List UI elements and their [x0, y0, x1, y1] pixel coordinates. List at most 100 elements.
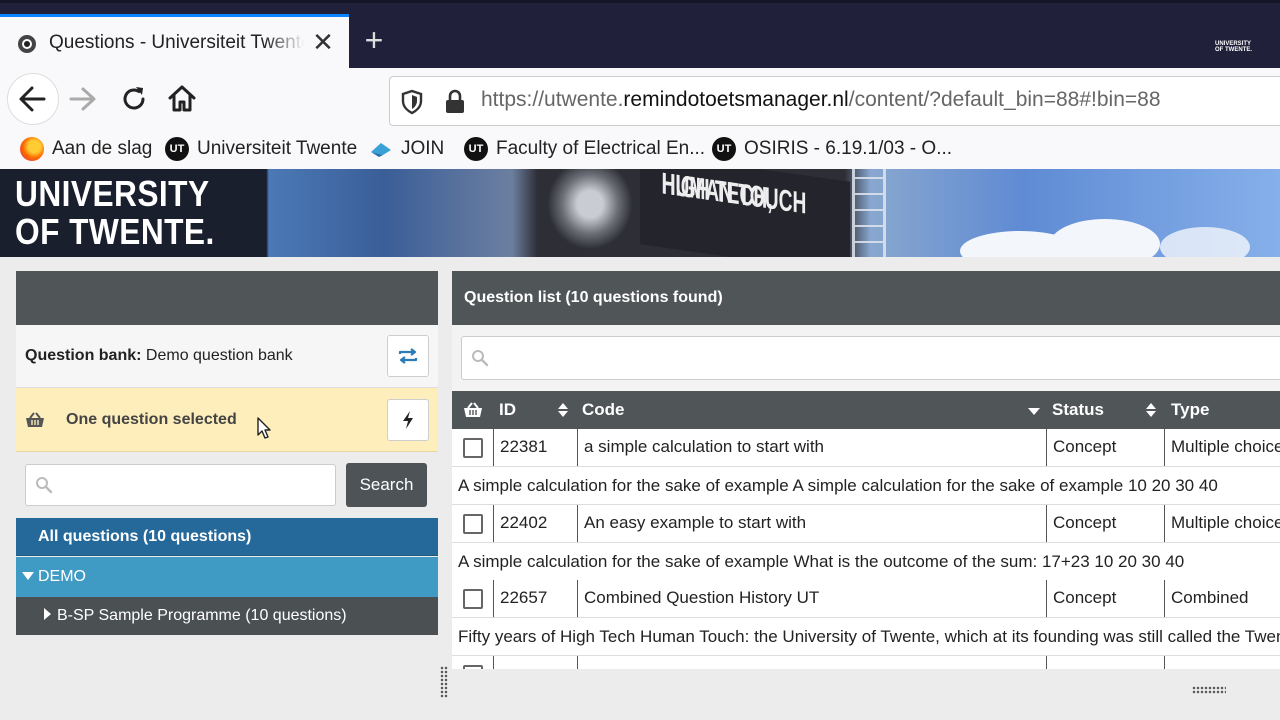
bookmark-label: Aan de slag: [52, 138, 153, 159]
question-bank-bar: Question bank: Demo question bank: [16, 325, 438, 388]
banner-scaffold-image: [852, 169, 886, 257]
banner-billboard: HIGH TECH, HUMAN TOUCH: [640, 169, 850, 257]
row-checkbox[interactable]: [463, 514, 483, 534]
sort-icon[interactable]: [558, 403, 568, 417]
tab-favicon-icon: [18, 35, 36, 53]
question-bank-label: Question bank:: [25, 347, 142, 364]
browser-tab-questions[interactable]: Questions - Universiteit Twente ✕: [0, 14, 349, 68]
new-tab-icon[interactable]: +: [360, 22, 388, 58]
corner-ut-logo: UNIVERSITY OF TWENTE.: [1215, 41, 1252, 53]
horizontal-resize-handle[interactable]: [1192, 686, 1226, 694]
cell-type: [1164, 656, 1280, 669]
bookmark-label: JOIN: [401, 138, 445, 159]
corner-logo-line2: OF TWENTE.: [1215, 47, 1252, 53]
caret-right-icon: [44, 608, 51, 620]
question-bank-value: Demo question bank: [145, 347, 293, 364]
row-select-cell: [452, 429, 493, 466]
ut-icon: UT: [464, 137, 488, 161]
bookmark-join[interactable]: JOIN: [369, 135, 444, 163]
question-filter-input[interactable]: [461, 336, 1280, 380]
bookmark-osiris[interactable]: UT OSIRIS - 6.19.1/03 - O...: [712, 135, 952, 163]
shield-icon[interactable]: [401, 89, 423, 115]
column-header-type[interactable]: Type: [1171, 391, 1209, 429]
left-panel-header: [16, 271, 438, 325]
tree-search-input[interactable]: [25, 464, 336, 506]
basket-icon: [26, 412, 44, 427]
cell-status: Concept: [1046, 505, 1164, 542]
sort-icon[interactable]: [1146, 403, 1156, 417]
url-domain: remindotoetsmanager.nl: [623, 88, 849, 111]
bookmark-label: Faculty of Electrical En...: [496, 138, 706, 159]
question-list-header: Question list (10 questions found): [452, 271, 1280, 325]
sort-descending-icon[interactable]: [1028, 408, 1040, 415]
cell-id: 22402: [493, 505, 577, 542]
column-header-status[interactable]: Status: [1052, 391, 1104, 429]
cell-id: 22657: [493, 580, 577, 617]
tab-close-icon[interactable]: ✕: [310, 27, 336, 57]
browser-tab-bar: Questions - Universiteit Twente ✕ + UNIV…: [0, 0, 1280, 68]
firefox-icon: [20, 137, 44, 161]
tab-title: Questions - Universiteit Twente: [49, 32, 304, 53]
search-icon: [472, 350, 489, 367]
back-arrow-icon: [19, 86, 46, 112]
selection-text: One question selected: [66, 411, 237, 428]
tree-item-demo-label: DEMO: [38, 568, 86, 585]
selection-actions-button[interactable]: [387, 399, 429, 441]
cell-id: 22381: [493, 429, 577, 466]
mouse-cursor-icon: [257, 417, 271, 439]
cell-status: Concept: [1046, 429, 1164, 466]
selection-bar: One question selected: [16, 388, 438, 452]
search-button[interactable]: Search: [346, 463, 427, 507]
cell-status: Concept: [1046, 580, 1164, 617]
back-button[interactable]: [7, 73, 59, 125]
url-text[interactable]: https://utwente.remindotoetsmanager.nl/c…: [481, 88, 1161, 112]
table-row[interactable]: 22657 Combined Question History UT Conce…: [452, 580, 1280, 618]
site-banner: UNIVERSITY OF TWENTE. HIGH TECH, HUMAN TO…: [0, 169, 1280, 257]
lock-icon[interactable]: [444, 89, 466, 115]
bookmark-universiteit-twente[interactable]: UT Universiteit Twente: [165, 135, 357, 163]
cell-code: [577, 656, 1046, 669]
reload-icon[interactable]: [117, 82, 151, 116]
tree-item-sample-programme[interactable]: B-SP Sample Programme (10 questions): [16, 597, 438, 635]
row-description: Fifty years of High Tech Human Touch: th…: [452, 618, 1280, 656]
column-header-code[interactable]: Code: [582, 391, 625, 429]
cell-type: Multiple choice: [1164, 505, 1280, 542]
cell-status: [1046, 656, 1164, 669]
row-description: A simple calculation for the sake of exa…: [452, 467, 1280, 505]
tree-item-demo[interactable]: DEMO: [16, 557, 438, 597]
university-logo[interactable]: UNIVERSITY OF TWENTE.: [15, 175, 215, 251]
row-select-cell: [452, 580, 493, 617]
row-checkbox[interactable]: [463, 589, 483, 609]
row-checkbox[interactable]: [463, 438, 483, 458]
lightning-icon: [403, 411, 413, 429]
cell-code: a simple calculation to start with: [577, 429, 1046, 466]
tree-item-all-questions[interactable]: All questions (10 questions): [16, 518, 438, 556]
url-prefix: https://utwente.: [481, 88, 624, 111]
logo-line2: OF TWENTE.: [15, 211, 215, 252]
bookmarks-toolbar: Aan de slag UT Universiteit Twente JOIN …: [0, 130, 1280, 169]
browser-nav-bar: https://utwente.remindotoetsmanager.nl/c…: [0, 68, 1280, 130]
banner-cloud: [1160, 227, 1250, 257]
url-bar[interactable]: https://utwente.remindotoetsmanager.nl/c…: [389, 76, 1280, 126]
table-row-partial[interactable]: [452, 656, 1280, 669]
bookmark-label: OSIRIS - 6.19.1/03 - O...: [744, 138, 953, 159]
column-header-id[interactable]: ID: [499, 391, 516, 429]
table-row[interactable]: 22402 An easy example to start with Conc…: [452, 505, 1280, 543]
switch-bank-button[interactable]: [387, 335, 429, 377]
bookmark-label: Universiteit Twente: [197, 138, 358, 159]
logo-line1: UNIVERSITY: [15, 173, 210, 214]
forward-arrow-icon[interactable]: [66, 82, 100, 116]
swap-arrows-icon: [398, 348, 418, 364]
question-list-panel: Question list (10 questions found) ID Co…: [452, 271, 1280, 669]
table-row[interactable]: 22381 a simple calculation to start with…: [452, 429, 1280, 467]
row-select-cell: [452, 505, 493, 542]
vertical-resize-handle[interactable]: [440, 666, 448, 698]
bookmark-aan-de-slag[interactable]: Aan de slag: [20, 135, 152, 163]
home-icon[interactable]: [165, 82, 199, 116]
tree-item-programme-label: B-SP Sample Programme (10 questions): [57, 607, 347, 624]
ut-icon: UT: [712, 137, 736, 161]
basket-icon[interactable]: [463, 402, 483, 418]
bookmark-faculty-electrical[interactable]: UT Faculty of Electrical En...: [464, 135, 705, 163]
ut-icon: UT: [165, 137, 189, 161]
row-checkbox[interactable]: [463, 665, 483, 669]
